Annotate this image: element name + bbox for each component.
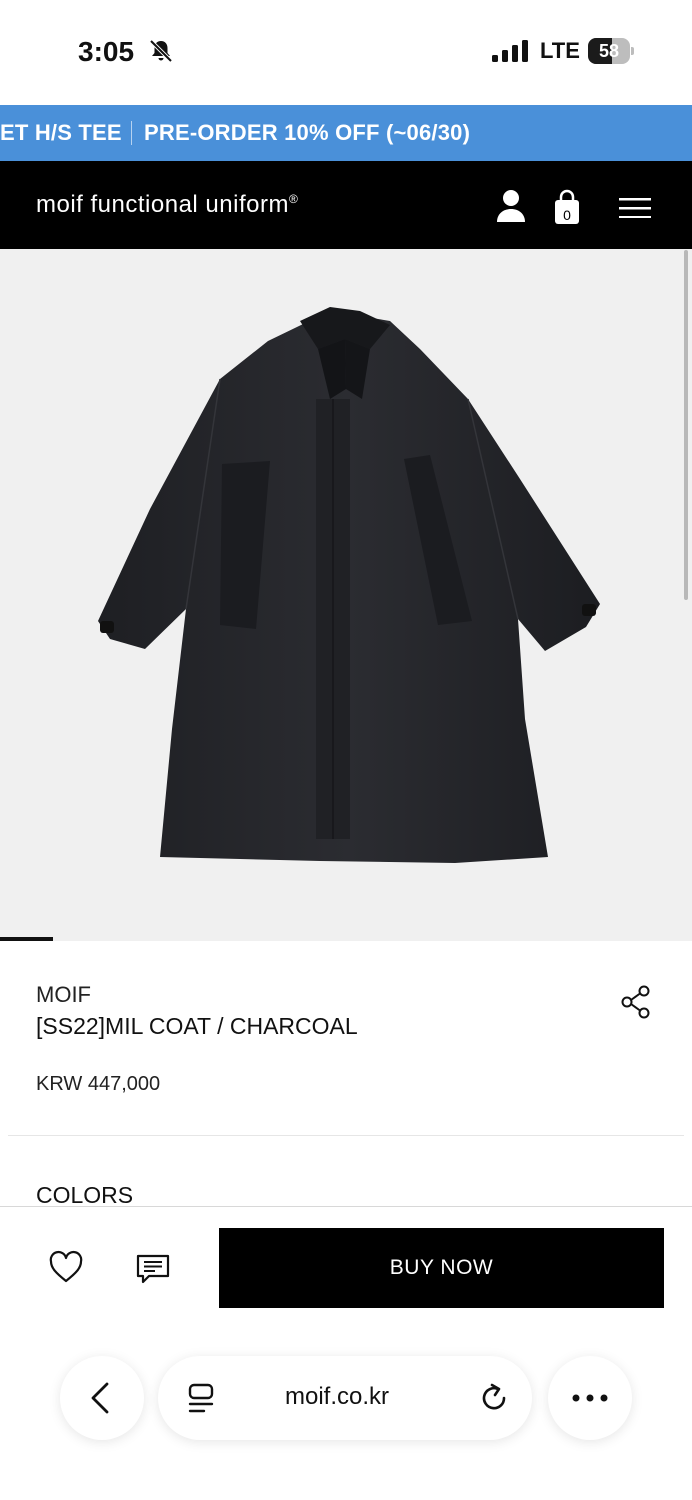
chat-icon[interactable] <box>135 1251 171 1287</box>
promo-item[interactable]: ET H/S TEE <box>0 120 122 146</box>
page-scrollbar[interactable] <box>684 250 688 600</box>
shopping-bag-icon[interactable]: 0 <box>553 189 581 225</box>
charcoal-coat-photo <box>98 307 600 863</box>
heart-icon[interactable] <box>48 1250 84 1286</box>
divider <box>8 1135 684 1136</box>
product-price: KRW 447,000 <box>36 1073 161 1095</box>
logo-text: moif functional uniform <box>36 191 289 218</box>
promo-item[interactable]: PRE-ORDER 10% OFF (~06/30) <box>144 120 470 146</box>
signal-icon <box>492 40 528 62</box>
status-bar: 3:05 LTE 58 <box>0 0 692 105</box>
back-icon <box>91 1382 109 1414</box>
user-icon[interactable] <box>496 189 526 223</box>
more-icon <box>572 1394 608 1402</box>
bell-off-icon <box>149 39 173 63</box>
logo-registered-mark: ® <box>288 192 299 206</box>
gallery-indicator <box>0 937 53 941</box>
share-icon[interactable] <box>620 985 652 1019</box>
menu-icon[interactable] <box>619 198 651 218</box>
status-time: 3:05 <box>78 36 135 67</box>
product-brand[interactable]: MOIF <box>36 982 91 1008</box>
network-type: LTE <box>540 38 580 63</box>
site-logo[interactable]: moif functional uniform® <box>36 191 298 219</box>
promo-separator <box>131 121 132 145</box>
tabs-icon[interactable] <box>187 1383 215 1415</box>
battery-level: 58 <box>598 41 620 61</box>
product-title: [SS22]MIL COAT / CHARCOAL <box>36 1013 358 1039</box>
browser-address-bar[interactable]: moif.co.kr <box>158 1356 532 1440</box>
browser-more-button[interactable] <box>548 1356 632 1440</box>
browser-back-button[interactable] <box>60 1356 144 1440</box>
buy-now-button[interactable]: BUY NOW <box>219 1228 664 1308</box>
colors-label: COLORS <box>36 1182 134 1208</box>
battery-icon: 58 <box>588 38 634 64</box>
url-text[interactable]: moif.co.kr <box>285 1383 389 1411</box>
product-image[interactable] <box>0 249 692 941</box>
reload-icon[interactable] <box>478 1382 510 1414</box>
site-header: moif functional uniform® 0 <box>0 161 692 249</box>
promo-banner[interactable]: ET H/S TEE PRE-ORDER 10% OFF (~06/30) <box>0 105 692 161</box>
cart-count: 0 <box>563 207 571 223</box>
